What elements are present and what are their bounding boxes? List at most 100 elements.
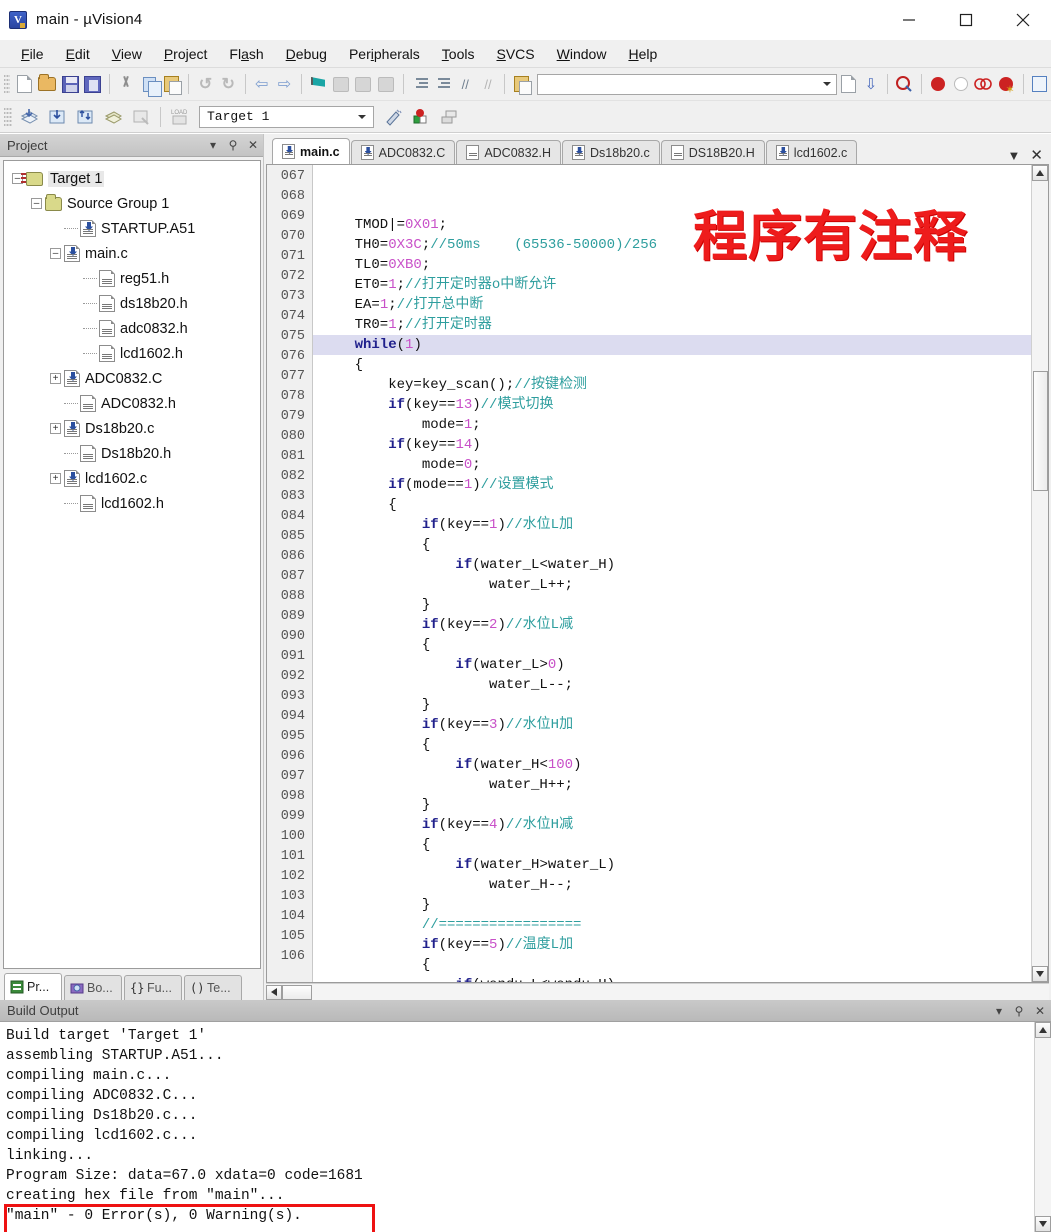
menu-item-svcs[interactable]: SVCS [485,43,545,65]
build-output-text[interactable]: Build target 'Target 1'assembling STARTU… [0,1022,1034,1232]
tree-item-source-group-1[interactable]: –Source Group 1 [4,191,260,216]
editor-tab-adc0832h[interactable]: ADC0832.H [456,140,561,164]
tree-item-adc0832-c[interactable]: +ADC0832.C [4,366,260,391]
disable-breakpoint-icon[interactable] [973,71,994,97]
text-search-icon[interactable] [838,71,859,97]
expand-icon[interactable]: + [50,473,61,484]
code-line[interactable]: if(water_L<water_H) [313,555,1031,575]
hscroll-thumb[interactable] [282,985,312,1000]
code-line[interactable]: } [313,595,1031,615]
panel-pin-icon[interactable]: ⚲ [223,138,243,152]
expand-icon[interactable]: + [50,373,61,384]
code-line[interactable]: if(water_H>water_L) [313,855,1031,875]
code-line[interactable]: water_H++; [313,775,1031,795]
code-line[interactable]: TL0=0XB0; [313,255,1031,275]
tree-item-ds18b20-h[interactable]: Ds18b20.h [4,441,260,466]
comment-icon[interactable]: // [455,71,476,97]
scroll-up-button[interactable] [1035,1022,1051,1038]
tree-item-lcd1602-h[interactable]: lcd1602.h [4,341,260,366]
code-line[interactable]: //================= [313,915,1031,935]
menu-item-debug[interactable]: Debug [275,43,338,65]
save-icon[interactable] [60,71,81,97]
close-tab-icon[interactable]: ✕ [1030,146,1043,164]
code-line[interactable]: if(key==3)//水位H加 [313,715,1031,735]
code-line[interactable]: TMOD|=0X01; [313,215,1031,235]
undo-icon[interactable]: ↺ [195,71,216,97]
tree-item-target-1[interactable]: –Target 1 [4,166,260,191]
debug-window-icon[interactable] [1029,71,1050,97]
code-text-area[interactable]: 程序有注释 TMOD|=0X01; TH0=0X3C;//50ms (65536… [313,165,1031,982]
editor-tab-mainc[interactable]: main.c [272,138,350,164]
code-line[interactable]: } [313,895,1031,915]
open-file-icon[interactable] [37,71,58,97]
bookmark-toggle-icon[interactable] [308,71,329,97]
project-tree[interactable]: –Target 1–Source Group 1STARTUP.A51–main… [3,160,261,969]
uncomment-icon[interactable]: // [478,71,499,97]
code-line[interactable]: water_L--; [313,675,1031,695]
code-line[interactable]: } [313,795,1031,815]
panel-dropdown-icon[interactable]: ▾ [989,1004,1009,1018]
code-line[interactable]: if(mode==1)//设置模式 [313,475,1031,495]
scroll-left-button[interactable] [266,985,282,1000]
tree-item-ds18b20-h[interactable]: ds18b20.h [4,291,260,316]
project-tab-te[interactable]: ()Te... [184,975,242,1000]
project-tab-bo[interactable]: Bo... [64,975,122,1000]
code-line[interactable]: if(wendu_L<wendu_H) [313,975,1031,982]
code-line[interactable]: if(key==2)//水位L减 [313,615,1031,635]
tree-item-reg51-h[interactable]: reg51.h [4,266,260,291]
insert-breakpoint-icon[interactable] [928,71,949,97]
find-in-files-icon[interactable] [511,71,532,97]
project-tab-pr[interactable]: Pr... [4,973,62,1000]
code-line[interactable]: if(key==4)//水位H减 [313,815,1031,835]
menu-item-file[interactable]: File [10,43,55,65]
code-line[interactable]: water_L++; [313,575,1031,595]
remove-breakpoint-icon[interactable] [950,71,971,97]
translate-icon[interactable] [16,104,42,130]
code-line[interactable]: mode=0; [313,455,1031,475]
code-line[interactable]: if(water_H<100) [313,755,1031,775]
download-icon[interactable]: LOAD [167,104,193,130]
panel-close-icon[interactable]: ✕ [243,138,263,152]
editor-tab-lcd1602c[interactable]: lcd1602.c [766,140,858,164]
panel-pin-icon[interactable]: ⚲ [1009,1004,1029,1018]
rebuild-icon[interactable] [72,104,98,130]
menu-item-flash[interactable]: Flash [218,43,274,65]
editor-vertical-scrollbar[interactable] [1031,165,1048,982]
tree-item-lcd1602-h[interactable]: lcd1602.h [4,491,260,516]
navigate-back-icon[interactable]: ⇦ [251,71,272,97]
project-tab-fu[interactable]: {}Fu... [124,975,182,1000]
target-options-icon[interactable] [380,104,406,130]
toolbar-grip[interactable] [4,106,12,128]
maximize-button[interactable] [937,0,994,40]
scroll-down-button[interactable] [1035,1216,1051,1232]
code-line[interactable]: if(water_L>0) [313,655,1031,675]
code-line[interactable]: } [313,695,1031,715]
outdent-icon[interactable] [432,71,453,97]
code-line[interactable]: TH0=0X3C;//50ms (65536-50000)/256 [313,235,1031,255]
kill-all-breakpoints-icon[interactable]: ✶ [996,71,1017,97]
code-line[interactable]: if(key==5)//温度L加 [313,935,1031,955]
paste-icon[interactable] [162,71,183,97]
stop-build-icon[interactable] [128,104,154,130]
tree-item-startup-a51[interactable]: STARTUP.A51 [4,216,260,241]
tree-item-lcd1602-c[interactable]: +lcd1602.c [4,466,260,491]
manage-components-icon[interactable] [408,104,434,130]
tab-list-dropdown-icon[interactable]: ▼ [1008,148,1021,163]
scroll-thumb[interactable] [1033,371,1048,491]
code-line[interactable]: if(key==1)//水位L加 [313,515,1031,535]
editor-horizontal-scrollbar[interactable] [266,983,1049,1000]
code-line[interactable]: while(1) [313,335,1031,355]
indent-icon[interactable] [409,71,430,97]
menu-item-project[interactable]: Project [153,43,219,65]
code-line[interactable]: ET0=1;//打开定时器o中断允许 [313,275,1031,295]
copy-icon[interactable] [139,71,160,97]
panel-close-icon[interactable]: ✕ [1029,1004,1051,1018]
expand-icon[interactable]: + [50,423,61,434]
code-line[interactable]: { [313,355,1031,375]
scroll-up-button[interactable] [1032,165,1048,181]
close-button[interactable] [994,0,1051,40]
editor-tab-ds18b20c[interactable]: Ds18b20.c [562,140,660,164]
code-line[interactable]: EA=1;//打开总中断 [313,295,1031,315]
code-line[interactable]: mode=1; [313,415,1031,435]
batch-build-icon[interactable] [100,104,126,130]
